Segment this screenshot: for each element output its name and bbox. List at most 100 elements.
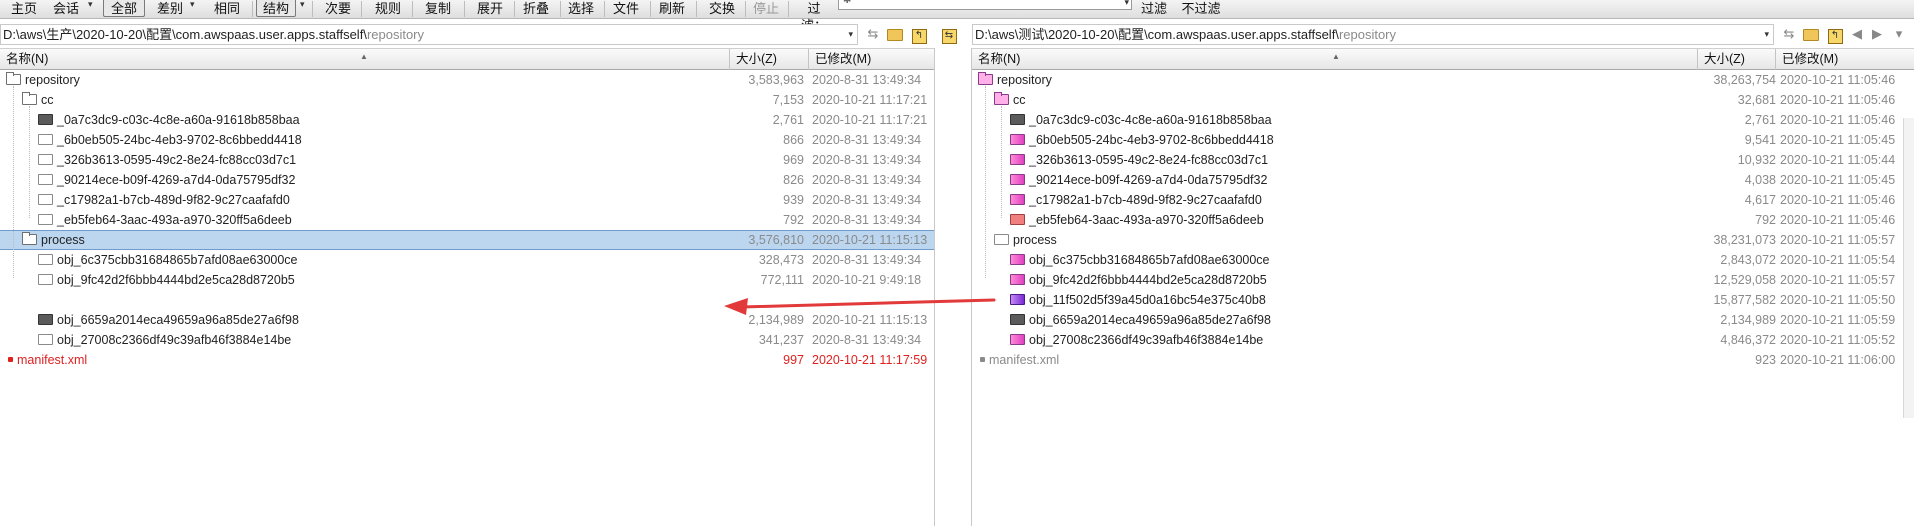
list-item[interactable]: obj_27008c2366df49c39afb46f3884e14be 4,84… — [972, 330, 1914, 350]
up-folder-icon[interactable]: ↰ — [910, 26, 928, 44]
folder-icon — [38, 314, 53, 326]
item-size-cell: 4,846,372 — [1720, 333, 1776, 347]
list-item[interactable]: manifest.xml 997 2020-10-21 11:17:59 — [0, 350, 934, 370]
list-item[interactable]: _326b3613-0595-49c2-8e24-fc88cc03d7c1 969… — [0, 150, 934, 170]
item-name-text: _eb5feb64-3aac-493a-a970-320ff5a6deeb — [1029, 213, 1264, 227]
item-name-text: obj_11f502d5f39a45d0a16bc54e375c40b8 — [1029, 293, 1266, 307]
folder-open-icon — [994, 92, 1009, 106]
browse-icon[interactable]: ⇆ — [1780, 26, 1798, 42]
home-button[interactable]: 主页 — [8, 0, 40, 17]
list-item[interactable]: _c17982a1-b7cb-489d-9f82-9c27caafafd0 939… — [0, 190, 934, 210]
list-item[interactable]: _90214ece-b09f-4269-a7d4-0da75795df32 826… — [0, 170, 934, 190]
folder-icon[interactable] — [1802, 26, 1820, 42]
item-modified-cell: 2020-10-21 11:05:45 — [1780, 173, 1896, 187]
size-column-header[interactable]: 大小(Z) — [1698, 49, 1776, 70]
diffs-button[interactable]: 差别 — [154, 0, 186, 17]
item-modified-cell: 2020-10-21 9:49:18 — [812, 273, 922, 287]
right-path-prefix: D:\aws\测试\2020-10-20\配置\com.awspaas.user… — [975, 27, 1339, 42]
item-size-cell: 969 — [783, 153, 804, 167]
list-item[interactable]: obj_27008c2366df49c39afb46f3884e14be 341,… — [0, 330, 934, 350]
item-modified-cell: 2020-10-21 11:05:46 — [1780, 73, 1896, 87]
right-column-header: 名称(N) ▲ 大小(Z) 已修改(M) — [972, 48, 1914, 70]
filter-input[interactable]: ✱ ▾ — [838, 0, 1132, 10]
list-item[interactable]: process 38,231,073 2020-10-21 11:05:57 — [972, 230, 1914, 250]
right-scrollbar[interactable] — [1903, 118, 1914, 418]
modified-column-header[interactable]: 已修改(M) — [809, 49, 934, 70]
chevron-down-icon[interactable]: ▾ — [1124, 0, 1129, 8]
list-item[interactable]: obj_6659a2014eca49659a96a85de27a6f98 2,13… — [972, 310, 1914, 330]
collapse-button[interactable]: 折叠 — [520, 0, 552, 17]
list-item[interactable]: obj_6c375cbb31684865b7afd08ae63000ce 328,… — [0, 250, 934, 270]
filter-button[interactable]: 过滤 — [1138, 0, 1170, 17]
left-path-input[interactable]: D:\aws\生产\2020-10-20\配置\com.awspaas.user… — [0, 24, 858, 45]
toolbar-separator — [745, 1, 746, 17]
minor-button[interactable]: 次要 — [322, 0, 354, 17]
swap-button[interactable]: 交换 — [706, 0, 738, 17]
same-button[interactable]: 相同 — [211, 0, 243, 17]
list-item[interactable]: _6b0eb505-24bc-4eb3-9702-8c6bbedd4418 9,5… — [972, 130, 1914, 150]
name-column-header[interactable]: 名称(N) ▲ — [972, 49, 1698, 70]
empty-placeholder-row[interactable] — [0, 290, 934, 310]
list-item[interactable]: obj_11f502d5f39a45d0a16bc54e375c40b8 15,8… — [972, 290, 1914, 310]
copy-button[interactable]: 复制 — [422, 0, 454, 17]
size-column-header[interactable]: 大小(Z) — [730, 49, 809, 70]
list-item[interactable]: _c17982a1-b7cb-489d-9f82-9c27caafafd0 4,6… — [972, 190, 1914, 210]
list-item[interactable]: _90214ece-b09f-4269-a7d4-0da75795df32 4,0… — [972, 170, 1914, 190]
session-button[interactable]: 会话 — [50, 0, 82, 17]
refresh-button[interactable]: 刷新 — [656, 0, 688, 17]
session-dropdown-icon[interactable]: ▾ — [88, 0, 96, 9]
chevron-down-icon[interactable]: ▾ — [848, 25, 853, 44]
list-item[interactable]: _0a7c3dc9-c03c-4c8e-a60a-91618b858baa 2,7… — [972, 110, 1914, 130]
rules-button[interactable]: 规则 — [372, 0, 404, 17]
item-name-text: obj_6c375cbb31684865b7afd08ae63000ce — [57, 253, 298, 267]
list-item[interactable]: _eb5feb64-3aac-493a-a970-320ff5a6deeb 792… — [0, 210, 934, 230]
back-icon[interactable]: ◀ — [1848, 26, 1866, 42]
list-item[interactable]: obj_6c375cbb31684865b7afd08ae63000ce 2,84… — [972, 250, 1914, 270]
list-item[interactable]: obj_6659a2014eca49659a96a85de27a6f98 2,13… — [0, 310, 934, 330]
file-icon — [8, 357, 13, 363]
stop-button[interactable]: 停止 — [750, 0, 782, 17]
expand-button[interactable]: 展开 — [474, 0, 506, 17]
list-item[interactable]: repository 38,263,754 2020-10-21 11:05:46 — [972, 70, 1914, 90]
list-item[interactable]: _6b0eb505-24bc-4eb3-9702-8c6bbedd4418 866… — [0, 130, 934, 150]
left-column-header: 名称(N) ▲ 大小(Z) 已修改(M) — [0, 48, 934, 70]
file-button[interactable]: 文件 — [610, 0, 642, 17]
modified-column-header[interactable]: 已修改(M) — [1776, 49, 1906, 70]
list-item[interactable]: obj_9fc42d2f6bbb4444bd2e5ca28d8720b5 772,… — [0, 270, 934, 290]
item-name-text: obj_27008c2366df49c39afb46f3884e14be — [57, 333, 292, 347]
swap-sides-icon[interactable]: ⇆ — [940, 26, 958, 44]
right-path-input[interactable]: D:\aws\测试\2020-10-20\配置\com.awspaas.user… — [972, 24, 1774, 45]
list-item[interactable]: obj_9fc42d2f6bbb4444bd2e5ca28d8720b5 12,5… — [972, 270, 1914, 290]
item-size-cell: 10,932 — [1737, 153, 1776, 167]
structure-button[interactable]: 结构 — [256, 0, 296, 17]
all-button[interactable]: 全部 — [103, 0, 145, 17]
name-column-header[interactable]: 名称(N) ▲ — [0, 49, 730, 70]
list-item[interactable]: process 3,576,810 2020-10-21 11:15:13 — [0, 230, 934, 250]
forward-icon[interactable]: ▶ — [1868, 26, 1886, 42]
list-item[interactable]: manifest.xml 923 2020-10-21 11:06:00 — [972, 350, 1914, 370]
list-item[interactable]: _0a7c3dc9-c03c-4c8e-a60a-91618b858baa 2,7… — [0, 110, 934, 130]
item-size-cell: 4,038 — [1744, 173, 1776, 187]
no-filter-button[interactable]: 不过滤 — [1178, 0, 1224, 17]
folder-icon[interactable] — [886, 26, 904, 42]
item-modified-cell: 2020-10-21 11:05:57 — [1780, 233, 1896, 247]
structure-dropdown-icon[interactable]: ▾ — [300, 0, 308, 9]
list-item[interactable]: repository 3,583,963 2020-8-31 13:49:34 — [0, 70, 934, 90]
item-name-text: manifest.xml — [989, 353, 1060, 367]
folder-icon — [1010, 314, 1025, 326]
folder-icon — [38, 174, 53, 186]
list-item[interactable]: cc 32,681 2020-10-21 11:05:46 — [972, 90, 1914, 110]
diffs-dropdown-icon[interactable]: ▾ — [190, 0, 198, 9]
list-item[interactable]: cc 7,153 2020-10-21 11:17:21 — [0, 90, 934, 110]
more-icon[interactable]: ▾ — [1890, 26, 1908, 42]
list-item[interactable]: _326b3613-0595-49c2-8e24-fc88cc03d7c1 10,… — [972, 150, 1914, 170]
item-name-cell: _6b0eb505-24bc-4eb3-9702-8c6bbedd4418 — [1010, 130, 1274, 150]
list-item[interactable]: _eb5feb64-3aac-493a-a970-320ff5a6deeb 792… — [972, 210, 1914, 230]
toolbar-separator — [312, 1, 313, 17]
item-modified-cell: 2020-8-31 13:49:34 — [812, 133, 922, 147]
select-button[interactable]: 选择 — [565, 0, 597, 17]
up-folder-icon[interactable]: ↰ — [1826, 26, 1844, 44]
browse-icon[interactable]: ⇆ — [864, 26, 882, 42]
chevron-down-icon[interactable]: ▾ — [1764, 25, 1769, 44]
file-icon — [980, 357, 985, 363]
